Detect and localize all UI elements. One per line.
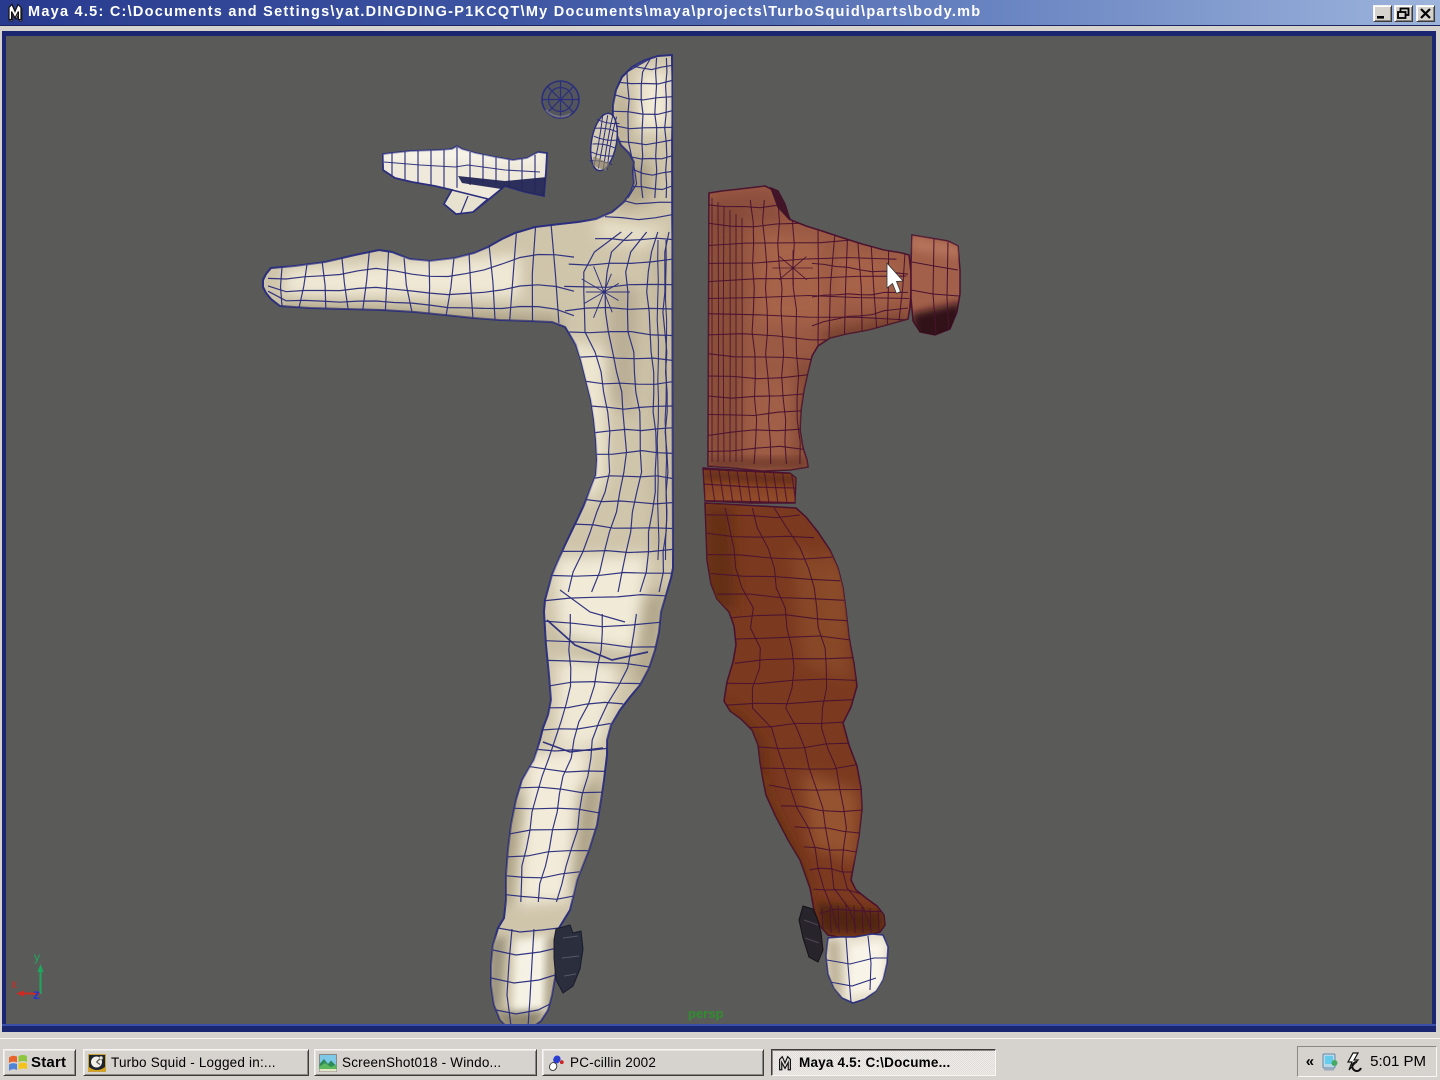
svg-text:z: z bbox=[33, 986, 40, 1002]
svg-text:persp: persp bbox=[688, 1006, 723, 1021]
svg-text:y: y bbox=[34, 950, 40, 964]
svg-text:x: x bbox=[11, 977, 17, 991]
